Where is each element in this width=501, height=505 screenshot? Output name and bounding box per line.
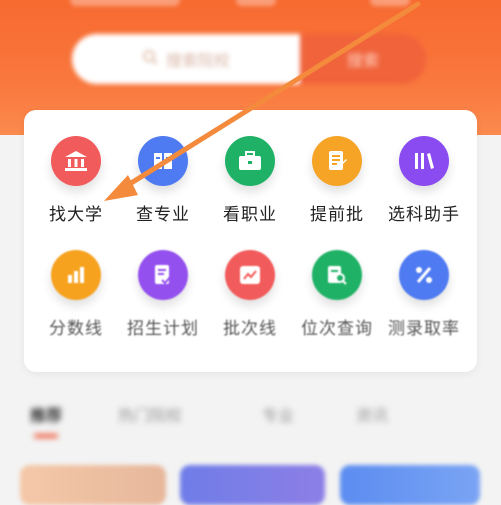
active-tab-indicator (34, 434, 58, 438)
tab-recommend[interactable]: 推荐 (30, 402, 62, 426)
tool-find-university[interactable]: 找大学 (32, 136, 120, 225)
tool-label: 选科助手 (388, 205, 460, 225)
tool-label: 测录取率 (388, 319, 460, 339)
tool-label: 分数线 (49, 319, 103, 339)
tool-score-line[interactable]: 分数线 (32, 250, 120, 339)
checklist-icon (138, 250, 188, 300)
tab-popular-colleges[interactable]: 热门院校 (118, 402, 182, 426)
tool-rank-query[interactable]: 位次查询 (293, 250, 381, 339)
search-icon (142, 49, 158, 69)
search-bar[interactable]: 搜索院校 搜索 (72, 34, 426, 84)
tool-subject-assistant[interactable]: 选科助手 (380, 136, 468, 225)
content-card[interactable] (340, 465, 480, 505)
tool-view-career[interactable]: 看职业 (206, 136, 294, 225)
tool-label: 查专业 (136, 205, 190, 225)
briefcase-icon (225, 136, 275, 186)
tool-label: 提前批 (310, 205, 364, 225)
tool-check-major[interactable]: 查专业 (119, 136, 207, 225)
content-card[interactable] (20, 465, 166, 505)
status-blur (236, 0, 276, 6)
content-tabs: 推荐 热门院校 专业 资讯 (0, 390, 501, 440)
tool-batch-line[interactable]: 批次线 (206, 250, 294, 339)
tool-label: 招生计划 (127, 319, 199, 339)
tab-major[interactable]: 专业 (262, 402, 294, 426)
university-icon (51, 136, 101, 186)
tool-enrollment-plan[interactable]: 招生计划 (119, 250, 207, 339)
books-icon (399, 136, 449, 186)
tool-admission-rate[interactable]: 测录取率 (380, 250, 468, 339)
book-icon (138, 136, 188, 186)
content-card[interactable] (180, 465, 325, 505)
tool-label: 位次查询 (301, 319, 373, 339)
tool-label: 看职业 (223, 205, 277, 225)
tool-label: 找大学 (49, 205, 103, 225)
tools-card: 找大学 查专业 看职业 提前批 选科助手 分数线 招生计划 批次线 位次查询 测… (24, 110, 477, 372)
document-edit-icon (312, 136, 362, 186)
status-blur (370, 0, 410, 6)
line-chart-icon (225, 250, 275, 300)
search-button[interactable]: 搜索 (300, 34, 426, 84)
content-cards (0, 465, 501, 505)
tool-early-batch[interactable]: 提前批 (293, 136, 381, 225)
status-blur (70, 0, 180, 6)
search-placeholder: 搜索院校 (165, 51, 230, 70)
tab-news[interactable]: 资讯 (356, 402, 388, 426)
bar-chart-icon (51, 250, 101, 300)
search-document-icon (312, 250, 362, 300)
tool-label: 批次线 (223, 319, 277, 339)
tools-grid: 找大学 查专业 看职业 提前批 选科助手 分数线 招生计划 批次线 位次查询 测… (24, 110, 477, 372)
percent-icon (399, 250, 449, 300)
search-input[interactable]: 搜索院校 (72, 34, 300, 84)
